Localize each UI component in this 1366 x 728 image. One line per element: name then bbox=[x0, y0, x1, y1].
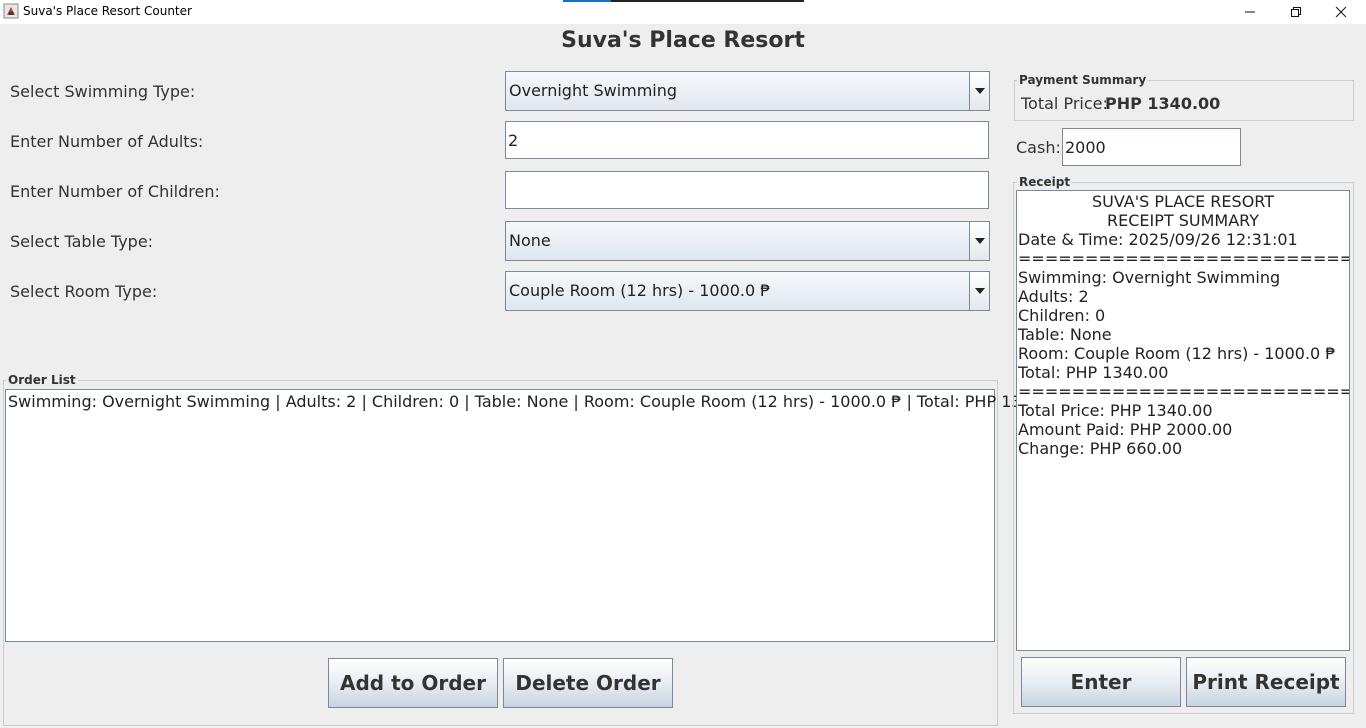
chevron-down-icon[interactable] bbox=[969, 222, 989, 260]
java-app-icon bbox=[3, 3, 19, 19]
swimming-type-label: Select Swimming Type: bbox=[10, 82, 196, 101]
order-list-title: Order List bbox=[6, 373, 78, 387]
receipt-line: Adults: 2 bbox=[1018, 287, 1089, 306]
enter-button[interactable]: Enter bbox=[1021, 657, 1181, 707]
adults-label: Enter Number of Adults: bbox=[10, 132, 204, 151]
children-label: Enter Number of Children: bbox=[10, 182, 220, 201]
close-button[interactable] bbox=[1318, 0, 1364, 24]
taskbar-strip bbox=[563, 0, 611, 2]
receipt-header-line: SUVA'S PLACE RESORT bbox=[1091, 192, 1275, 211]
swimming-type-value: Overnight Swimming bbox=[509, 81, 678, 100]
restore-button[interactable] bbox=[1273, 0, 1319, 24]
receipt-line: Total: PHP 1340.00 bbox=[1018, 363, 1169, 382]
table-type-value: None bbox=[509, 231, 551, 250]
receipt-separator: ==================================== bbox=[1018, 249, 1349, 268]
receipt-title: Receipt bbox=[1017, 175, 1073, 189]
receipt-line: Table: None bbox=[1018, 325, 1112, 344]
add-to-order-button[interactable]: Add to Order bbox=[328, 658, 498, 708]
minimize-button[interactable] bbox=[1227, 0, 1273, 24]
window-titlebar bbox=[0, 0, 1366, 24]
minimize-icon bbox=[1245, 11, 1255, 13]
restore-icon bbox=[1291, 7, 1301, 17]
receipt-line: Change: PHP 660.00 bbox=[1018, 439, 1183, 458]
taskbar-strip-dark bbox=[611, 0, 804, 2]
cash-input[interactable] bbox=[1062, 128, 1241, 166]
room-type-label: Select Room Type: bbox=[10, 282, 158, 301]
receipt-line: Amount Paid: PHP 2000.00 bbox=[1018, 420, 1233, 439]
swimming-type-select[interactable]: Overnight Swimming bbox=[505, 71, 990, 111]
receipt-separator: ==================================== bbox=[1018, 382, 1349, 401]
total-price-label: Total Price: bbox=[1021, 94, 1108, 113]
print-receipt-button[interactable]: Print Receipt bbox=[1186, 657, 1346, 707]
children-input[interactable] bbox=[505, 171, 989, 209]
cash-label: Cash: bbox=[1016, 138, 1061, 157]
chevron-down-icon[interactable] bbox=[969, 72, 989, 110]
receipt-text-area[interactable]: SUVA'S PLACE RESORT RECEIPT SUMMARY Date… bbox=[1016, 190, 1350, 651]
receipt-line: Swimming: Overnight Swimming bbox=[1018, 268, 1281, 287]
page-title: Suva's Place Resort bbox=[561, 28, 805, 53]
list-item[interactable]: Swimming: Overnight Swimming | Adults: 2… bbox=[8, 392, 1067, 411]
close-icon bbox=[1335, 6, 1347, 18]
payment-summary-title: Payment Summary bbox=[1017, 73, 1149, 87]
adults-input[interactable] bbox=[505, 121, 989, 159]
room-type-select[interactable]: Couple Room (12 hrs) - 1000.0 ₱ bbox=[505, 271, 990, 311]
total-price-value: PHP 1340.00 bbox=[1105, 94, 1221, 113]
receipt-line: Children: 0 bbox=[1018, 306, 1106, 325]
room-type-value: Couple Room (12 hrs) - 1000.0 ₱ bbox=[509, 281, 771, 300]
receipt-line: Date & Time: 2025/09/26 12:31:01 bbox=[1018, 230, 1298, 249]
window-title: Suva's Place Resort Counter bbox=[23, 4, 192, 18]
receipt-line: Total Price: PHP 1340.00 bbox=[1018, 401, 1213, 420]
table-type-label: Select Table Type: bbox=[10, 232, 154, 251]
table-type-select[interactable]: None bbox=[505, 221, 990, 261]
receipt-header-line: RECEIPT SUMMARY bbox=[1106, 211, 1260, 230]
chevron-down-icon[interactable] bbox=[969, 272, 989, 310]
delete-order-button[interactable]: Delete Order bbox=[503, 658, 673, 708]
receipt-line: Room: Couple Room (12 hrs) - 1000.0 ₱ bbox=[1018, 344, 1336, 363]
order-list[interactable]: Swimming: Overnight Swimming | Adults: 2… bbox=[5, 389, 1067, 642]
